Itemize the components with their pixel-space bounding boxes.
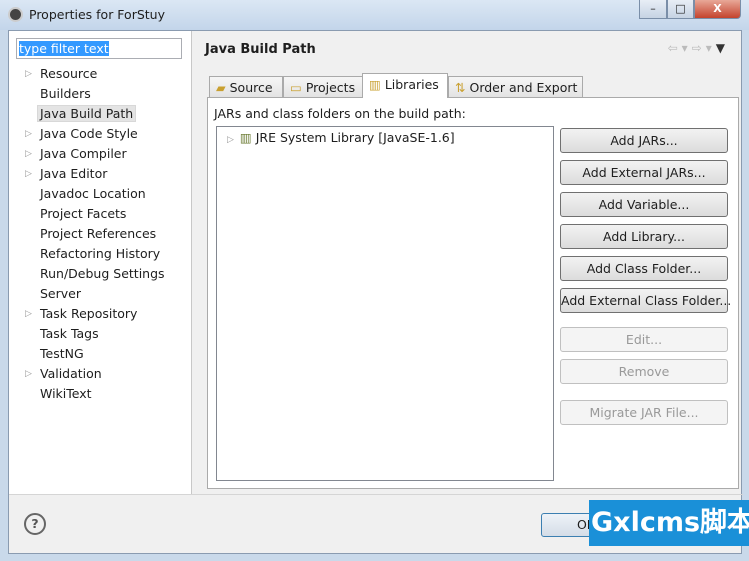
tree-item-label: Java Compiler [40,146,127,161]
filter-text: type filter text [19,41,109,56]
tree-item[interactable]: ▷ Resource [9,64,165,84]
remove-button: Remove [560,359,728,384]
build-path-label: JARs and class folders on the build path… [214,106,466,121]
sidebar: type filter text ▷ Resource Builders Java B… [9,31,192,494]
add-class-folder-button[interactable]: Add Class Folder... [560,256,728,281]
tree-item[interactable]: Run/Debug Settings [9,264,165,284]
tree-item[interactable]: Task Tags [9,324,165,344]
view-menu-icon[interactable]: ▼ [716,41,729,55]
watermark: Gxlcms脚本 [589,500,749,546]
expand-icon[interactable]: ▷ [25,164,32,184]
tab-order-and-export[interactable]: ⇅ Order and Export [448,76,583,98]
expand-icon[interactable]: ▷ [25,124,32,144]
tree-item-label: Refactoring History [40,246,161,261]
tree-item[interactable]: Builders [9,84,165,104]
tree-item-label: Task Tags [40,326,99,341]
maximize-button[interactable]: □ [667,0,694,19]
order-icon: ⇅ [455,80,466,95]
tree-item-label: Resource [40,66,98,81]
tree-item-label: TestNG [40,346,84,361]
expand-icon[interactable]: ▷ [227,135,234,145]
list-item[interactable]: ▷ ▥ JRE System Library [JavaSE-1.6] [227,130,455,145]
library-icon: ▥ [239,130,252,145]
tab-libraries[interactable]: ▥ Libraries [362,73,448,98]
tree-item-label: Run/Debug Settings [40,266,165,281]
dialog-body: type filter text ▷ Resource Builders Java B… [8,30,743,554]
tree-item[interactable]: ▷ Validation [9,364,165,384]
expand-icon[interactable]: ▷ [25,304,32,324]
tree-item-label: WikiText [40,386,92,401]
filter-input[interactable]: type filter text [16,38,182,59]
minimize-button[interactable]: – [639,0,667,19]
tree-item-label: Java Editor [40,166,108,181]
tree-item-label: Server [40,286,81,301]
eclipse-icon [8,7,23,22]
library-icon: ▥ [369,77,381,92]
tree-item-label: Validation [40,366,102,381]
tab-source[interactable]: ▰ Source [209,76,283,98]
tree-item[interactable]: Java Build Path [9,104,165,124]
add-jars-button[interactable]: Add JARs... [560,128,728,153]
list-item-label: JRE System Library [JavaSE-1.6] [255,130,455,145]
tree-item[interactable]: TestNG [9,344,165,364]
add-library-button[interactable]: Add Library... [560,224,728,249]
tree-item[interactable]: WikiText [9,384,165,404]
tab-label: Projects [305,80,356,95]
library-list[interactable]: ▷ ▥ JRE System Library [JavaSE-1.6] [216,126,554,481]
tree-item[interactable]: Server [9,284,165,304]
tab-label: Source [229,80,273,95]
window-title: Properties for ForStuy [29,7,165,22]
tree-item-label: Project References [40,226,157,241]
add-external-jars-button[interactable]: Add External JARs... [560,160,728,185]
add-external-class-folder-button[interactable]: Add External Class Folder... [560,288,731,313]
expand-icon[interactable]: ▷ [25,64,32,84]
expand-icon[interactable]: ▷ [25,144,32,164]
tree-item[interactable]: ▷ Java Compiler [9,144,165,164]
tree-item-label: Task Repository [40,306,138,321]
folder-icon: ▭ [290,80,302,95]
help-icon[interactable]: ? [24,513,46,535]
forward-icon[interactable]: ⇨ [692,41,706,55]
add-variable-button[interactable]: Add Variable... [560,192,728,217]
source-folder-icon: ▰ [216,80,226,95]
migrate-jar-file-button: Migrate JAR File... [560,400,728,425]
expand-icon[interactable]: ▷ [25,364,32,384]
navigation: ⇦▾⇨▾▼ [668,41,729,55]
tree-item[interactable]: Refactoring History [9,244,165,264]
tree-item-label: Java Code Style [40,126,138,141]
title-bar: Properties for ForStuy – □ X [0,0,749,30]
tree-item-label: Java Build Path [37,105,137,122]
edit-button: Edit... [560,327,728,352]
back-icon[interactable]: ⇦ [668,41,682,55]
tree-item[interactable]: Javadoc Location [9,184,165,204]
tree-item[interactable]: ▷ Java Editor [9,164,165,184]
tab-label: Libraries [384,77,439,92]
tree-item[interactable]: Project Facets [9,204,165,224]
back-dropdown-icon[interactable]: ▾ [682,41,692,55]
tab-label: Order and Export [469,80,578,95]
tree-item[interactable]: Project References [9,224,165,244]
tree-item-label: Javadoc Location [40,186,146,201]
tree-item-label: Builders [40,86,91,101]
tree-item[interactable]: ▷ Java Code Style [9,124,165,144]
forward-dropdown-icon[interactable]: ▾ [706,41,716,55]
tree-item-label: Project Facets [40,206,127,221]
property-tree: ▷ Resource Builders Java Build Path ▷ Java Co… [9,64,165,404]
libraries-panel: JARs and class folders on the build path… [207,97,739,489]
close-button[interactable]: X [694,0,741,19]
page-title: Java Build Path [205,42,316,57]
page-area: Java Build Path ⇦▾⇨▾▼ ▰ Source ▭ Projects … [193,31,743,494]
tree-item[interactable]: ▷ Task Repository [9,304,165,324]
tab-projects[interactable]: ▭ Projects [283,76,363,98]
